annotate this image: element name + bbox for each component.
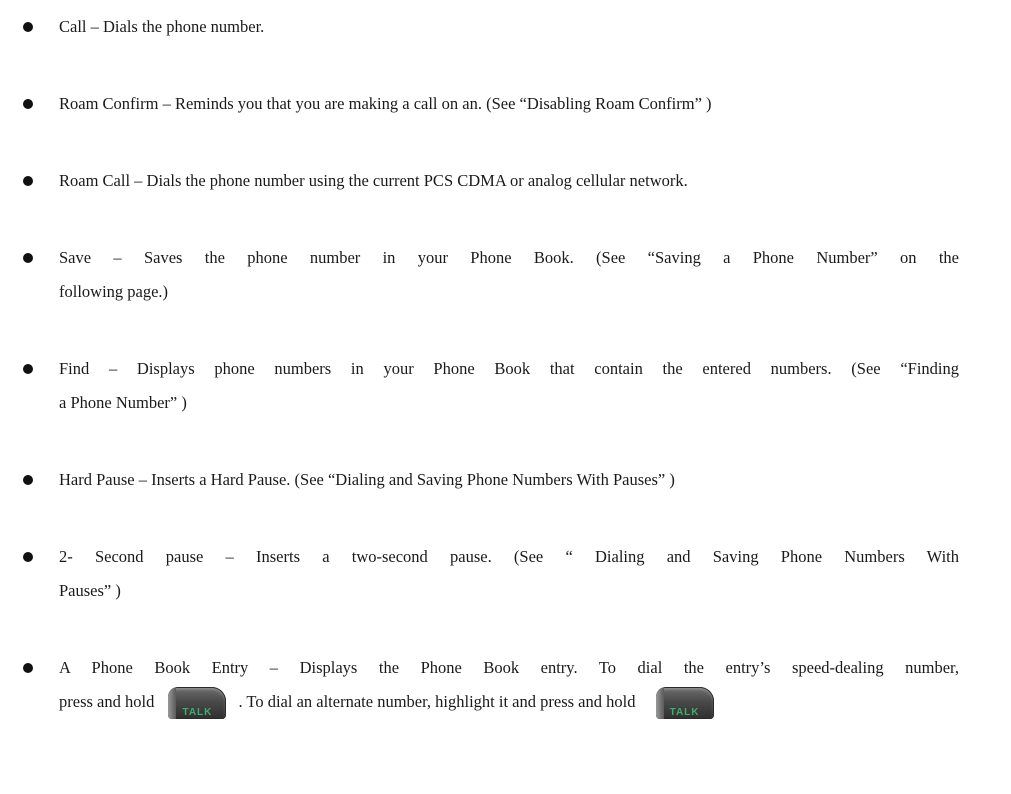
talk-key-icon: TALK: [655, 687, 714, 720]
alternate-number-text: . To dial an alternate number, highlight…: [238, 692, 636, 711]
list-item-text: Call – Dials the phone number.: [59, 10, 959, 44]
bullet-icon: [23, 176, 33, 186]
bullet-icon: [23, 364, 33, 374]
list-item-line: 2- Second pause – Inserts a two-second p…: [59, 547, 959, 566]
bullet-icon: [23, 552, 33, 562]
press-and-hold-text: press and hold: [59, 692, 155, 711]
list-item-line: Roam Confirm – Reminds you that you are …: [59, 94, 712, 113]
list-item-line: following page.): [59, 282, 169, 301]
list-item-text: 2- Second pause – Inserts a two-second p…: [59, 540, 959, 608]
list-item-text: Roam Confirm – Reminds you that you are …: [59, 87, 959, 121]
bullet-icon: [23, 22, 33, 32]
list-item-line: Call – Dials the phone number.: [59, 17, 265, 36]
list-item-line: Save – Saves the phone number in your Ph…: [59, 248, 959, 267]
list-item-line: Hard Pause – Inserts a Hard Pause. (See …: [59, 470, 675, 489]
bullet-icon: [23, 253, 33, 263]
bullet-icon: [23, 663, 33, 673]
bullet-icon: [23, 99, 33, 109]
list-item-line: A Phone Book Entry – Displays the Phone …: [59, 658, 959, 677]
talk-key-icon: TALK: [168, 687, 227, 720]
talk-key-label: TALK: [669, 707, 700, 719]
bullet-icon: [23, 475, 33, 485]
list-item-text: A Phone Book Entry – Displays the Phone …: [59, 651, 959, 720]
list-item-line: press and hold TALK . To dial an alterna…: [59, 685, 959, 720]
list-item-text: Hard Pause – Inserts a Hard Pause. (See …: [59, 463, 959, 497]
list-item-line: a Phone Number” ): [59, 393, 187, 412]
list-item-line: Pauses” ): [59, 581, 121, 600]
list-item-line: Roam Call – Dials the phone number using…: [59, 171, 688, 190]
list-item-text: Roam Call – Dials the phone number using…: [59, 164, 959, 198]
list-item-text: Save – Saves the phone number in your Ph…: [59, 241, 959, 309]
talk-key-label: TALK: [182, 707, 213, 719]
list-item-line: Find – Displays phone numbers in your Ph…: [59, 359, 959, 378]
document-page: Call – Dials the phone number. Roam Conf…: [0, 0, 1011, 794]
list-item-text: Find – Displays phone numbers in your Ph…: [59, 352, 959, 420]
